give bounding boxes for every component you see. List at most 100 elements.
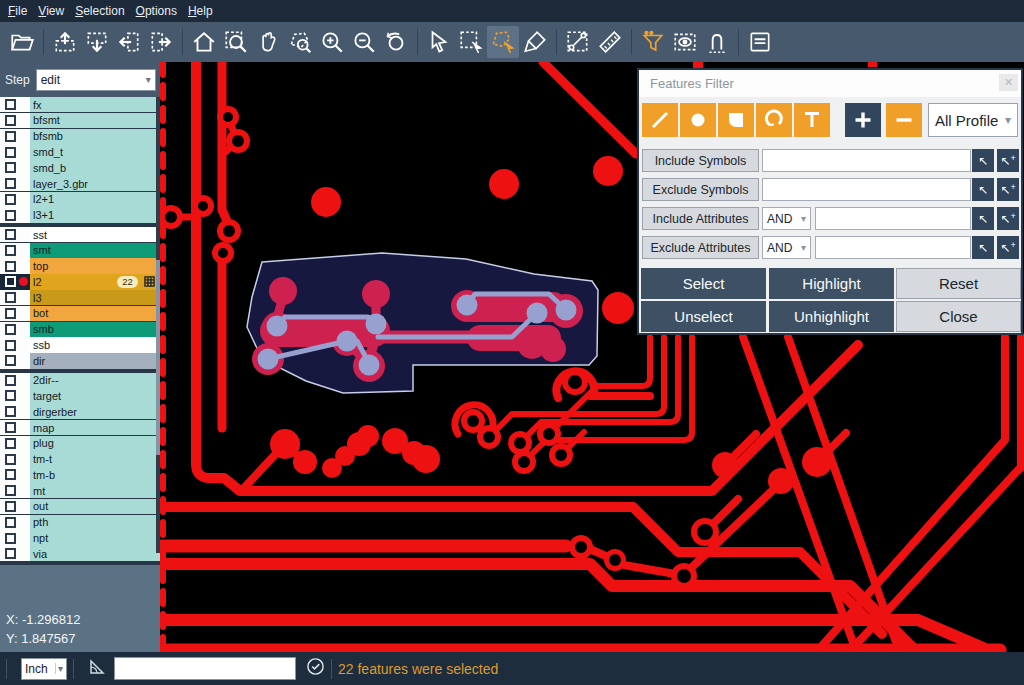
exclude-symbols-button[interactable]: Exclude Symbols: [642, 178, 759, 201]
layer-name[interactable]: ssb: [30, 337, 160, 352]
menu-selection[interactable]: Selection: [75, 4, 124, 18]
profile-select[interactable]: All Profile ▾: [928, 103, 1018, 137]
layer-name[interactable]: map: [30, 420, 160, 435]
menu-options[interactable]: Options: [136, 4, 177, 18]
close-button[interactable]: Close: [896, 301, 1021, 332]
filter-type-surface-button[interactable]: [718, 103, 754, 137]
layer-visibility-checkbox[interactable]: [5, 147, 16, 158]
layer-row-npt[interactable]: npt: [0, 530, 160, 545]
layer-name[interactable]: smd_t: [30, 144, 160, 159]
layer-row-out[interactable]: out: [0, 499, 160, 514]
layer-row-fx[interactable]: fx: [0, 97, 160, 112]
exclude-attributes-button[interactable]: Exclude Attributes: [642, 236, 759, 259]
view-options-button[interactable]: [669, 26, 701, 58]
unhighlight-button[interactable]: Unhighlight: [769, 301, 894, 332]
layer-visibility-checkbox[interactable]: [5, 99, 16, 110]
layer-row-top[interactable]: top: [0, 258, 160, 273]
layer-row-bfsmb[interactable]: bfsmb: [0, 129, 160, 144]
layer-visibility-checkbox[interactable]: [5, 422, 16, 433]
layer-name[interactable]: bot: [30, 306, 160, 321]
layer-row-target[interactable]: target: [0, 388, 160, 403]
import-down-button[interactable]: [81, 26, 113, 58]
layer-row-2dir--[interactable]: 2dir--: [0, 373, 160, 388]
layer-row-l3[interactable]: l3: [0, 290, 160, 305]
layer-row-dirgerber[interactable]: dirgerber: [0, 404, 160, 419]
include-symbols-button[interactable]: Include Symbols: [642, 149, 759, 172]
include-attributes-operator[interactable]: AND▾: [762, 207, 811, 230]
exclude-attributes-operator[interactable]: AND▾: [762, 236, 811, 259]
layer-name[interactable]: smd_b: [30, 160, 160, 175]
exclude-attributes-field[interactable]: [815, 236, 971, 259]
add-filter-button[interactable]: [845, 103, 881, 137]
layer-name[interactable]: bfsmt: [30, 113, 160, 128]
layer-visibility-checkbox[interactable]: [5, 245, 16, 256]
layer-row-sst[interactable]: sst: [0, 227, 160, 242]
layer-visibility-checkbox[interactable]: [5, 210, 16, 221]
layer-visibility-checkbox[interactable]: [5, 355, 16, 366]
layer-name[interactable]: target: [30, 388, 160, 403]
filter-type-arc-button[interactable]: [756, 103, 792, 137]
exclude-symbols-field[interactable]: [762, 178, 971, 201]
layer-name[interactable]: dir: [30, 353, 160, 368]
pick-add-attribute-button[interactable]: ↖+: [997, 207, 1019, 230]
zoom-window-button[interactable]: [220, 26, 252, 58]
layer-visibility-checkbox[interactable]: [5, 438, 16, 449]
layer-row-smb[interactable]: smb: [0, 322, 160, 337]
zoom-in-button[interactable]: [316, 26, 348, 58]
open-file-button[interactable]: [6, 26, 38, 58]
layer-grid-icon[interactable]: [144, 276, 155, 289]
layer-row-tm-t[interactable]: tm-t: [0, 451, 160, 466]
layer-row-tm-b[interactable]: tm-b: [0, 467, 160, 482]
layer-name[interactable]: npt: [30, 530, 160, 545]
pick-add-attribute-button[interactable]: ↖+: [997, 236, 1019, 259]
select-pointer-button[interactable]: [423, 26, 455, 58]
step-select[interactable]: edit ▾: [36, 69, 156, 91]
layer-visibility-checkbox[interactable]: [5, 501, 16, 512]
layer-name[interactable]: pth: [30, 515, 160, 530]
layer-visibility-checkbox[interactable]: [5, 406, 16, 417]
command-input[interactable]: [114, 657, 296, 680]
layer-name[interactable]: l2+1: [30, 192, 160, 207]
snap-path-button[interactable]: [701, 26, 733, 58]
layer-name[interactable]: fx: [30, 97, 160, 112]
layer-name[interactable]: dirgerber: [30, 404, 160, 419]
layer-name[interactable]: l222: [30, 274, 160, 289]
pick-symbol-button[interactable]: ↖: [972, 149, 994, 172]
layer-row-l2[interactable]: l222: [0, 274, 160, 289]
dialog-close-button[interactable]: ✕: [999, 74, 1018, 91]
menu-help[interactable]: Help: [188, 4, 213, 18]
layer-row-l3+1[interactable]: l3+1: [0, 207, 160, 222]
layer-name[interactable]: layer_3.gbr: [30, 176, 160, 191]
layer-name[interactable]: smt: [30, 243, 160, 258]
layer-row-layer_3.gbr[interactable]: layer_3.gbr: [0, 176, 160, 191]
layer-name[interactable]: out: [30, 499, 160, 514]
layer-visibility-checkbox[interactable]: [5, 131, 16, 142]
layer-visibility-checkbox[interactable]: [5, 162, 16, 173]
select-button[interactable]: Select: [641, 268, 766, 299]
unselect-button[interactable]: Unselect: [641, 301, 766, 332]
layers-panel-button[interactable]: [744, 26, 776, 58]
features-filter-button[interactable]: [637, 26, 669, 58]
layer-row-l2+1[interactable]: l2+1: [0, 192, 160, 207]
layer-visibility-checkbox[interactable]: [5, 115, 16, 126]
layer-row-smd_t[interactable]: smd_t: [0, 144, 160, 159]
layer-visibility-checkbox[interactable]: [5, 292, 16, 303]
filter-type-line-button[interactable]: [642, 103, 678, 137]
layer-visibility-checkbox[interactable]: [5, 308, 16, 319]
move-right-button[interactable]: [145, 26, 177, 58]
zoom-polygon-button[interactable]: [284, 26, 316, 58]
layer-visibility-checkbox[interactable]: [5, 517, 16, 528]
zoom-previous-button[interactable]: [380, 26, 412, 58]
dialog-titlebar[interactable]: Features Filter ✕: [639, 70, 1021, 97]
zoom-out-button[interactable]: [348, 26, 380, 58]
layer-name[interactable]: smb: [30, 322, 160, 337]
layer-name[interactable]: top: [30, 258, 160, 273]
layer-visibility-checkbox[interactable]: [5, 390, 16, 401]
layer-row-bot[interactable]: bot: [0, 306, 160, 321]
pan-hand-button[interactable]: [252, 26, 284, 58]
layer-visibility-checkbox[interactable]: [5, 340, 16, 351]
include-attributes-field[interactable]: [815, 207, 971, 230]
layer-visibility-checkbox[interactable]: [5, 548, 16, 559]
layer-row-pth[interactable]: pth: [0, 515, 160, 530]
layer-row-ssb[interactable]: ssb: [0, 337, 160, 352]
